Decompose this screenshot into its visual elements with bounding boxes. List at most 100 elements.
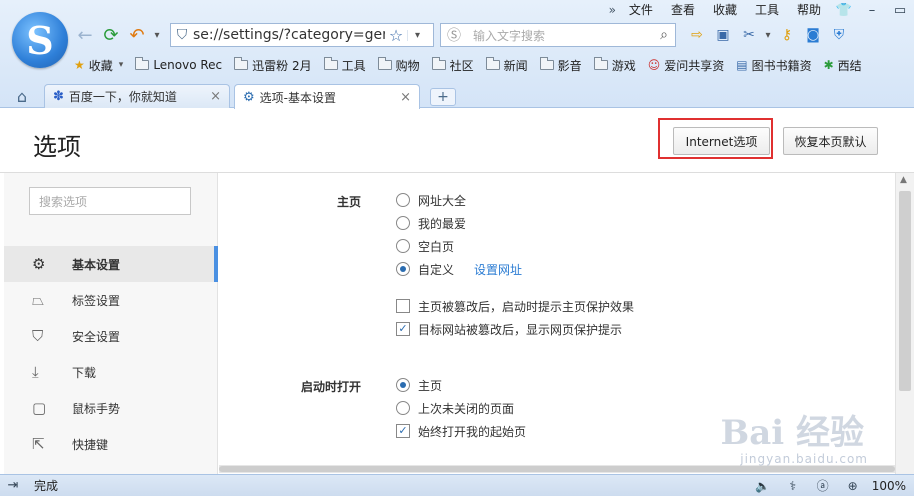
status-text: 完成 xyxy=(34,479,59,493)
fav-item[interactable]: ▤ 图书书籍资 xyxy=(736,57,811,74)
cut-icon[interactable]: ✂ xyxy=(736,24,762,46)
folder-icon xyxy=(135,57,150,70)
menu-help[interactable]: 帮助 xyxy=(788,0,830,20)
homepage-option-nav[interactable]: 网址大全 xyxy=(396,191,466,209)
radio-button[interactable] xyxy=(396,216,410,230)
favorites-button[interactable]: ★ 收藏 ▾ xyxy=(74,57,123,74)
bookmark-star-icon[interactable]: ☆ xyxy=(385,26,407,45)
fav-item[interactable]: 社区 xyxy=(431,57,474,74)
toolbox-icon[interactable]: ⚕ xyxy=(778,479,808,493)
tools-dropdown-icon[interactable]: ▾ xyxy=(762,24,774,46)
shortcut-icon: ⇱ xyxy=(32,435,45,453)
menu-overflow-chevron[interactable]: » xyxy=(600,0,620,20)
menu-favorites[interactable]: 收藏 xyxy=(704,0,746,20)
minimize-icon[interactable]: – xyxy=(858,3,886,18)
phone-icon[interactable]: ▣ xyxy=(710,24,736,46)
login-icon[interactable]: ⇨ xyxy=(684,24,710,46)
skin-icon[interactable]: 👕 xyxy=(830,3,858,18)
homepage-option-favorite[interactable]: 我的最爱 xyxy=(396,214,466,232)
undo-dropdown-icon[interactable]: ▾ xyxy=(152,24,162,46)
person-icon: ☺ xyxy=(647,58,661,72)
fav-item[interactable]: 影音 xyxy=(539,57,582,74)
horizontal-scrollbar[interactable] xyxy=(219,465,895,473)
menu-file[interactable]: 文件 xyxy=(620,0,662,20)
translate-icon[interactable]: ◙ xyxy=(800,24,826,46)
favorites-bar: ★ 收藏 ▾ Lenovo Rec 迅雷粉 2月 工具 购物 社区 新闻 影音 … xyxy=(74,54,914,76)
menu-bar: » 文件 查看 收藏 工具 帮助 👕 – ▭ xyxy=(600,0,914,20)
fav-item[interactable]: 购物 xyxy=(377,57,420,74)
home-icon[interactable]: ⌂ xyxy=(12,86,32,106)
checkbox-checked[interactable]: ✓ xyxy=(396,322,410,336)
search-input[interactable]: 输入文字搜索 xyxy=(467,27,653,44)
folder-icon xyxy=(539,57,554,70)
search-box[interactable]: Ⓢ 输入文字搜索 ⌕ xyxy=(440,23,676,47)
address-dropdown-icon[interactable]: ▾ xyxy=(407,29,427,41)
sidebar-item-mouse-gesture[interactable]: ▢ 鼠标手势 xyxy=(4,390,218,426)
horizontal-scroll-thumb[interactable] xyxy=(219,466,895,472)
refresh-icon[interactable]: ⟳ xyxy=(100,24,122,46)
new-tab-button[interactable]: + xyxy=(430,88,456,106)
startup-always-open-start-check[interactable]: ✓ 始终打开我的起始页 xyxy=(396,422,526,440)
vertical-scroll-thumb[interactable] xyxy=(899,191,911,391)
fav-item[interactable]: 游戏 xyxy=(593,57,636,74)
page-title: 选项 xyxy=(33,133,81,161)
checkbox-checked[interactable]: ✓ xyxy=(396,424,410,438)
site-tamper-warning-check[interactable]: ✓ 目标网站被篡改后，显示网页保护提示 xyxy=(396,320,622,338)
menu-view[interactable]: 查看 xyxy=(662,0,704,20)
tab-settings[interactable]: ⚙ 选项-基本设置 × xyxy=(234,84,420,109)
restore-defaults-button[interactable]: 恢复本页默认 xyxy=(783,127,878,155)
close-tab-icon[interactable]: × xyxy=(400,90,411,105)
favorites-label: 收藏 xyxy=(88,58,113,73)
address-bar[interactable]: ⛉ se://settings/?category=gen ☆ ▾ xyxy=(170,23,434,47)
startup-option-last-session[interactable]: 上次未关闭的页面 xyxy=(396,399,514,417)
navigation-bar: ← ⟳ ↶ ▾ ⛉ se://settings/?category=gen ☆ … xyxy=(74,22,914,48)
favorites-dropdown-icon: ▾ xyxy=(118,60,124,70)
fav-item[interactable]: 迅雷粉 2月 xyxy=(234,57,312,74)
radio-button-selected[interactable] xyxy=(396,262,410,276)
tab-baidu[interactable]: ✽ 百度一下，你就知道 × xyxy=(44,84,230,108)
homepage-option-custom[interactable]: 自定义 设置网址 xyxy=(396,260,522,278)
checkbox[interactable] xyxy=(396,299,410,313)
shield-icon: ⛉ xyxy=(32,327,44,345)
fav-item[interactable]: Lenovo Rec xyxy=(135,57,222,72)
fav-item[interactable]: ☺ 爱问共享资 xyxy=(648,57,725,74)
fav-item[interactable]: 工具 xyxy=(323,57,366,74)
ad-block-icon[interactable]: ⓐ xyxy=(808,477,838,494)
undo-icon[interactable]: ↶ xyxy=(126,24,148,46)
menu-tools[interactable]: 工具 xyxy=(746,0,788,20)
status-right-icons: 🔈 ⚕ ⓐ ⊕ 100% xyxy=(748,477,914,494)
sidebar-toggle-icon[interactable]: ⇥ xyxy=(0,478,26,493)
sidebar-item-basic[interactable]: ⚙ 基本设置 xyxy=(4,246,218,282)
radio-button[interactable] xyxy=(396,401,410,415)
scroll-up-icon[interactable]: ▲ xyxy=(900,175,907,185)
fav-item[interactable]: ✱ 西结 xyxy=(824,57,862,74)
baidu-paw-icon: ✽ xyxy=(53,89,64,104)
protect-icon[interactable]: ⛨ xyxy=(826,24,852,46)
vertical-scrollbar[interactable]: ▲ xyxy=(895,173,914,474)
zoom-level[interactable]: 100% xyxy=(868,479,914,493)
folder-icon xyxy=(593,57,608,70)
set-url-link[interactable]: 设置网址 xyxy=(474,261,522,278)
search-icon[interactable]: ⌕ xyxy=(653,27,675,43)
radio-button-selected[interactable] xyxy=(396,378,410,392)
search-engine-icon[interactable]: Ⓢ xyxy=(441,25,467,45)
folder-icon xyxy=(485,57,500,70)
sidebar-item-tabs[interactable]: ⏢ 标签设置 xyxy=(4,282,218,318)
homepage-option-blank[interactable]: 空白页 xyxy=(396,237,454,255)
key-icon[interactable]: ⚷ xyxy=(774,24,800,46)
fav-item[interactable]: 新闻 xyxy=(485,57,528,74)
radio-button[interactable] xyxy=(396,239,410,253)
sidebar-search-input[interactable]: 搜索选项 xyxy=(29,187,191,215)
homepage-tamper-startup-check[interactable]: 主页被篡改后，启动时提示主页保护效果 xyxy=(396,297,634,315)
sidebar-item-shortcuts[interactable]: ⇱ 快捷键 xyxy=(4,426,218,462)
radio-button[interactable] xyxy=(396,193,410,207)
close-tab-icon[interactable]: × xyxy=(210,89,221,104)
sidebar-item-download[interactable]: ⤓ 下载 xyxy=(4,354,218,390)
volume-icon[interactable]: 🔈 xyxy=(748,479,778,493)
sidebar-item-security[interactable]: ⛉ 安全设置 xyxy=(4,318,218,354)
zoom-icon[interactable]: ⊕ xyxy=(838,479,868,493)
back-icon[interactable]: ← xyxy=(74,24,96,46)
address-input[interactable]: se://settings/?category=gen xyxy=(193,27,385,43)
startup-option-homepage[interactable]: 主页 xyxy=(396,376,442,394)
maximize-icon[interactable]: ▭ xyxy=(886,3,914,18)
